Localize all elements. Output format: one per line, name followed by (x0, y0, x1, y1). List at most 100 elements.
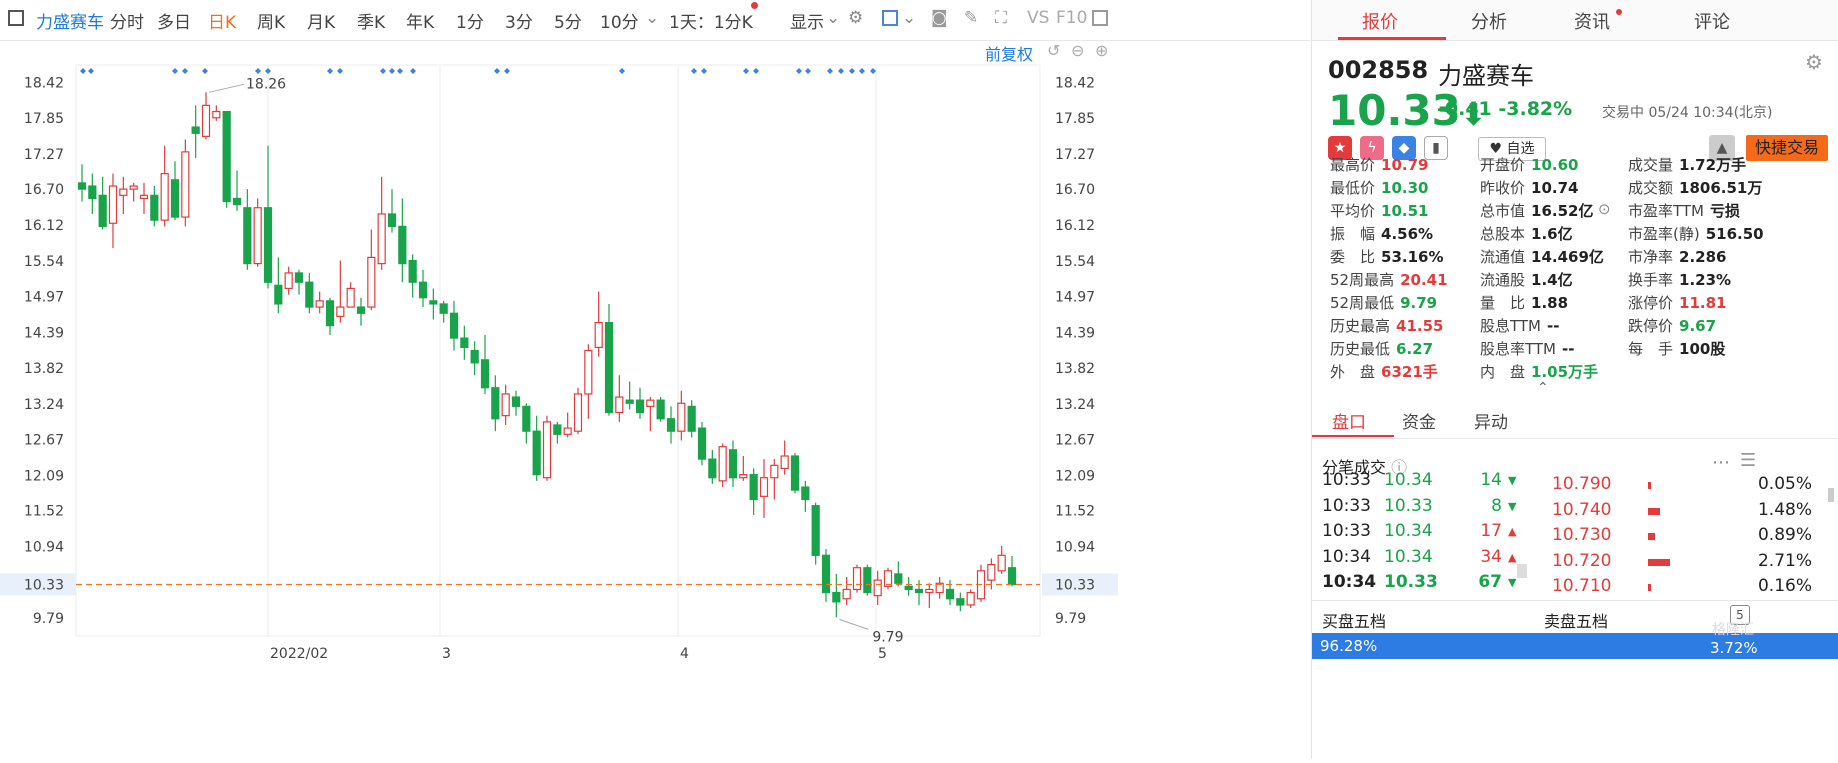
subtab-anomaly[interactable]: 异动 (1474, 408, 1508, 433)
f10-button[interactable]: F10 (1056, 8, 1087, 28)
tab-analysis[interactable]: 分析 (1471, 8, 1507, 34)
compare-vs-button[interactable]: VS (1027, 8, 1049, 28)
more-info-icon[interactable]: ⊙ (1598, 200, 1611, 218)
down-arrow-icon: ▼ (1508, 499, 1517, 513)
event-marker-icon (504, 68, 510, 74)
display-dropdown[interactable]: 显示 (790, 8, 824, 33)
down-arrow-icon: ▼ (1508, 576, 1517, 589)
sell-ratio: 3.72% (1710, 639, 1758, 657)
candle-body (842, 588, 851, 600)
candle-body (429, 300, 438, 305)
quote-field-label: 流通值 (1480, 248, 1526, 266)
candle-body (460, 337, 469, 348)
chevron-down-icon[interactable]: ⌄ (826, 8, 840, 28)
quote-field-value: 4.56% (1381, 225, 1434, 243)
quote-field: 市盈率TTM 亏损 (1628, 200, 1740, 221)
candle-body (243, 207, 252, 265)
fullscreen-icon[interactable]: ⛶ (995, 8, 1007, 28)
y-tick-label-left: 9.79 (33, 611, 64, 627)
chevron-down-icon[interactable]: ⌄ (902, 8, 916, 28)
quote-field-label: 最低价 (1330, 179, 1376, 197)
period-tab-2[interactable]: 日K (208, 8, 236, 33)
price-adjust-button[interactable]: 前复权 (985, 41, 1033, 65)
period-tab-10[interactable]: 10分 (600, 8, 639, 33)
period-tab-4[interactable]: 月K (307, 8, 335, 33)
event-marker-icon (380, 68, 386, 74)
candle-body (522, 405, 531, 432)
subtab-orderbook[interactable]: 盘口 (1332, 408, 1366, 433)
candle-body (491, 387, 500, 420)
change-pct: -3.82% (1498, 98, 1573, 120)
sidebar-toggle-icon[interactable] (1092, 10, 1108, 26)
quote-field-value: 1806.51万 (1679, 179, 1763, 197)
zoom-in-icon[interactable]: ⊕ (1095, 41, 1108, 60)
tab-comments[interactable]: 评论 (1694, 8, 1730, 34)
quick-trade-button[interactable]: 快捷交易 (1746, 135, 1828, 161)
level-price: 10.790 (1552, 474, 1612, 494)
y-tick-label-left: 12.09 (24, 468, 64, 484)
event-marker-icon (327, 68, 333, 74)
period-tab-9[interactable]: 5分 (554, 8, 582, 33)
candle-body (873, 579, 882, 597)
draw-box-icon[interactable] (882, 10, 898, 26)
event-marker-icon (337, 68, 343, 74)
period-tab-7[interactable]: 1分 (456, 8, 484, 33)
level-bar (1648, 482, 1651, 489)
event-marker-icon (182, 68, 188, 74)
quote-field-label: 股息TTM (1480, 317, 1542, 335)
settings-icon[interactable]: ⚙ (1805, 50, 1823, 74)
event-marker-icon (494, 68, 500, 74)
quote-field-value: 516.50 (1705, 225, 1764, 243)
y-tick-label-right: 16.12 (1055, 218, 1095, 234)
panel-toggle-icon[interactable] (8, 10, 24, 26)
candle-body (563, 427, 572, 435)
quote-field-label: 振 幅 (1330, 225, 1376, 243)
plot-border (75, 64, 1041, 637)
candle-body (232, 197, 242, 206)
low-annotation: 9.79 (872, 629, 903, 645)
stock-name-tab[interactable]: 力盛赛车 (36, 8, 104, 33)
period-tab-5[interactable]: 季K (357, 8, 385, 33)
quote-field: 市净率 2.286 (1628, 246, 1726, 267)
settings-icon[interactable]: ⚙ (848, 8, 863, 28)
level-pct: 0.05% (1757, 474, 1812, 494)
more-icon[interactable]: ⋯ (1712, 452, 1730, 473)
candle-body (150, 194, 159, 221)
period-tab-0[interactable]: 分时 (110, 8, 144, 33)
quote-field: 历史最低 6.27 (1330, 338, 1433, 359)
candle-body (728, 449, 738, 479)
scrollbar[interactable] (1828, 488, 1834, 502)
kline-chart[interactable]: 18.42 18.42 17.85 17.85 17.27 17.27 16.70 16.70… (0, 41, 1310, 759)
zoom-out-icon[interactable]: ⊖ (1071, 41, 1084, 60)
interval-dropdown[interactable]: 1天：1分K (669, 8, 753, 33)
trade-price: 10.34 (1384, 470, 1433, 490)
candle-body (966, 591, 975, 606)
scrollbar-thumb[interactable] (1517, 564, 1527, 578)
candle-body (274, 284, 283, 305)
level-bar (1648, 558, 1670, 566)
chevron-down-icon[interactable]: ⌄ (645, 8, 659, 28)
kline-chart-svg[interactable]: 18.42 18.42 17.85 17.85 17.27 17.27 16.70 16.70… (0, 41, 1310, 759)
collapse-chevron-icon[interactable]: ⌃ (1537, 380, 1549, 396)
candle-body (697, 427, 707, 460)
tab-news[interactable]: 资讯 (1574, 8, 1610, 34)
quote-field-label: 市盈率TTM (1628, 202, 1705, 220)
y-tick-label-left: 18.42 (24, 75, 64, 91)
pencil-icon[interactable]: ✎ (964, 8, 978, 28)
quote-field-label: 涨停价 (1628, 294, 1674, 312)
undo-icon[interactable]: ↺ (1047, 41, 1060, 60)
quote-field-value: 53.16% (1381, 248, 1444, 266)
event-marker-icon (691, 68, 697, 74)
up-arrow-icon: ▲ (1508, 550, 1517, 564)
tab-quote[interactable]: 报价 (1362, 8, 1398, 34)
camera-icon[interactable]: ◙ (931, 8, 948, 28)
trade-volume: 34 (1480, 546, 1502, 567)
period-tab-1[interactable]: 多日 (157, 8, 191, 33)
quote-field-label: 股息率TTM (1480, 340, 1557, 358)
period-tab-3[interactable]: 周K (257, 8, 285, 33)
subtab-funds[interactable]: 资金 (1402, 408, 1436, 433)
period-tab-6[interactable]: 年K (406, 8, 434, 33)
y-tick-label-left: 12.67 (24, 432, 64, 448)
period-tab-8[interactable]: 3分 (505, 8, 533, 33)
list-icon[interactable]: ☰ (1740, 450, 1756, 471)
